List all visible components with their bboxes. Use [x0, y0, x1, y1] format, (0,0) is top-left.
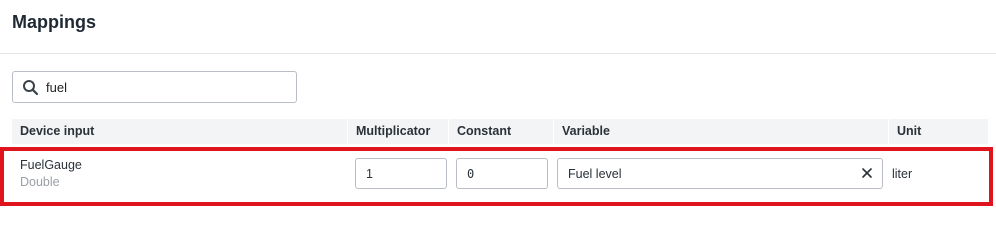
column-header-unit: Unit: [888, 119, 988, 144]
page-title: Mappings: [12, 12, 96, 32]
column-header-device-input: Device input: [20, 124, 95, 138]
column-header-multiplicator: Multiplicator: [347, 119, 448, 144]
table-header: Device input Multiplicator Constant Vari…: [12, 119, 988, 144]
highlight-box: [0, 147, 993, 206]
search-icon: [22, 79, 39, 96]
page-header: Mappings: [0, 0, 996, 54]
column-header-constant: Constant: [448, 119, 553, 144]
search-box[interactable]: [12, 71, 297, 103]
column-header-variable: Variable: [553, 119, 888, 144]
search-input[interactable]: [46, 76, 286, 98]
